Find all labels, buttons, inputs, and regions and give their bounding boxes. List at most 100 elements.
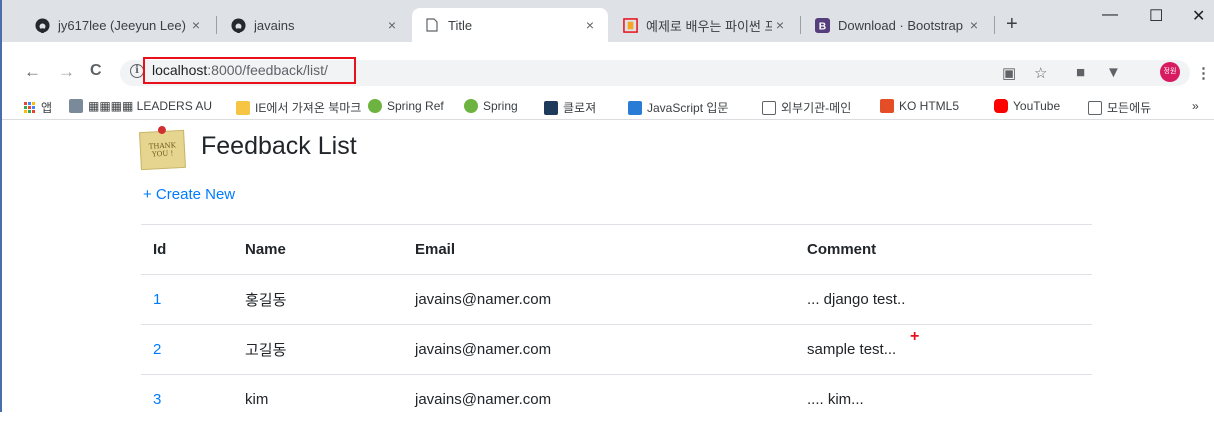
header-email: Email	[403, 224, 795, 275]
svg-text:B: B	[818, 21, 825, 32]
page-icon	[762, 100, 776, 115]
bookmark-label: 클로져	[563, 101, 597, 115]
bookmark-ko-html5[interactable]: KO HTML5	[880, 99, 959, 113]
header-name: Name	[233, 224, 403, 275]
tab-title: Title	[448, 17, 473, 33]
folder-icon	[236, 100, 250, 115]
bookmark-modeunedu[interactable]: 모든에듀	[1088, 99, 1151, 116]
id-link[interactable]: 2	[153, 341, 161, 358]
page-title: Feedback List	[201, 132, 357, 160]
pushpin-icon	[157, 125, 167, 135]
tab-title: javains	[254, 17, 295, 33]
bookmark-spring[interactable]: Spring	[464, 99, 518, 113]
bookmark-external-main[interactable]: 외부기관-메인	[762, 99, 851, 116]
minimize-button[interactable]: —	[1102, 6, 1118, 24]
close-tab-icon[interactable]: ×	[188, 17, 204, 33]
tab-title-active[interactable]: Title ×	[412, 8, 608, 42]
feedback-table: Id Name Email Comment 1 홍길동 javains@name…	[141, 224, 1092, 425]
tab-separator	[800, 16, 801, 34]
tab-bootstrap-download[interactable]: B Download · Bootstrap ×	[802, 8, 992, 42]
new-tab-button[interactable]: +	[1006, 14, 1018, 34]
bookmark-ie-folder[interactable]: IE에서 가져온 북마크	[236, 99, 361, 116]
close-tab-icon[interactable]: ×	[772, 17, 788, 33]
reload-button[interactable]: C	[90, 62, 102, 80]
tab-strip: jy617lee (Jeeyun Lee) × javains × Title …	[2, 0, 1214, 42]
header-id: Id	[141, 224, 233, 275]
youtube-icon	[994, 99, 1008, 113]
tab-separator	[216, 16, 217, 34]
tab-javains[interactable]: javains ×	[218, 8, 410, 42]
bookmark-clojure[interactable]: 클로져	[544, 99, 596, 116]
bookmark-label: Spring Ref	[387, 99, 444, 113]
bookmarks-overflow-button[interactable]: »	[1192, 99, 1199, 113]
bookmark-javascript[interactable]: JavaScript 입문	[628, 99, 728, 116]
close-tab-icon[interactable]: ×	[966, 17, 982, 33]
tab-title: jy617lee (Jeeyun Lee)	[58, 17, 186, 33]
cell-email: javains@namer.com	[403, 374, 795, 425]
close-tab-icon[interactable]: ×	[384, 17, 400, 33]
js-icon	[628, 100, 642, 115]
browser-window: jy617lee (Jeeyun Lee) × javains × Title …	[0, 0, 1214, 425]
spring-icon	[368, 99, 382, 113]
bookmark-label: YouTube	[1013, 99, 1061, 113]
table-row: 3 kim javains@namer.com .... kim...	[141, 374, 1092, 425]
star-bookmark-icon[interactable]: ☆	[1034, 64, 1047, 82]
apps-grid-icon	[24, 102, 35, 113]
cell-comment: sample test...	[795, 324, 1092, 375]
github-icon	[34, 17, 50, 33]
tab-python-examples[interactable]: 예제로 배우는 파이썬 프 ×	[610, 8, 798, 42]
vue-extension-icon[interactable]: ▼	[1106, 64, 1121, 81]
bookmark-label: JavaScript 입문	[647, 101, 729, 115]
bookmark-spring-ref[interactable]: Spring Ref	[368, 99, 444, 113]
github-icon	[230, 17, 246, 33]
extension-icon[interactable]: ■	[1076, 64, 1085, 81]
cell-comment: .... kim...	[795, 374, 1092, 425]
bookmark-label: ▦▦▦▦ LEADERS AU	[88, 99, 213, 113]
bookmark-label: KO HTML5	[899, 99, 960, 113]
cell-id: 3	[141, 374, 233, 425]
header-comment: Comment	[795, 224, 1092, 275]
table-row: 2 고길동 javains@namer.com sample test...	[141, 324, 1092, 375]
id-link[interactable]: 3	[153, 391, 161, 408]
tab-title: 예제로 배우는 파이썬 프	[646, 18, 772, 34]
cell-id: 1	[141, 274, 233, 325]
bookmark-label: 외부기관-메인	[781, 101, 852, 115]
maximize-button[interactable]: ☐	[1149, 6, 1163, 26]
close-window-button[interactable]: ✕	[1192, 6, 1205, 26]
bookmark-youtube[interactable]: YouTube	[994, 99, 1060, 113]
cell-email: javains@namer.com	[403, 274, 795, 325]
bookmark-label: 모든에듀	[1107, 101, 1152, 115]
close-tab-icon[interactable]: ×	[582, 17, 598, 33]
menu-kebab-icon[interactable]: ⋮	[1196, 64, 1211, 82]
cell-comment: ... django test..	[795, 274, 1092, 325]
bookmarks-bar: 앱 ▦▦▦▦ LEADERS AU IE에서 가져온 북마크 Spring Re…	[2, 94, 1214, 120]
bookmark-label: 앱	[41, 101, 53, 115]
cell-id: 2	[141, 324, 233, 375]
back-button[interactable]: ←	[24, 62, 41, 82]
thank-you-note-image: THANK YOU !	[139, 125, 186, 171]
translate-icon[interactable]: ▣	[1002, 64, 1016, 82]
image-text: THANK YOU !	[148, 141, 177, 159]
bookmark-apps[interactable]: 앱	[24, 99, 52, 116]
cell-name: 홍길동	[233, 274, 403, 325]
info-icon[interactable]: i	[130, 64, 144, 78]
page-icon	[1088, 100, 1102, 115]
python-site-icon	[622, 17, 638, 33]
forward-button[interactable]: →	[58, 62, 75, 82]
html5-icon	[880, 99, 894, 113]
cell-name: kim	[233, 374, 403, 425]
tab-github-profile[interactable]: jy617lee (Jeeyun Lee) ×	[22, 8, 214, 42]
cell-name: 고길동	[233, 324, 403, 375]
profile-avatar[interactable]: 정원	[1160, 62, 1180, 82]
page-icon	[424, 17, 440, 33]
id-link[interactable]: 1	[153, 291, 161, 308]
leaders-icon	[69, 99, 83, 113]
url-highlight-box	[143, 57, 356, 84]
bootstrap-icon: B	[814, 17, 830, 33]
table-row: 1 홍길동 javains@namer.com ... django test.…	[141, 274, 1092, 325]
bookmark-leaders[interactable]: ▦▦▦▦ LEADERS AU	[69, 99, 212, 113]
clojure-icon	[544, 100, 558, 115]
create-new-link[interactable]: + Create New	[143, 186, 235, 203]
crosshair-cursor-icon: +	[910, 328, 920, 345]
table-header-row: Id Name Email Comment	[141, 224, 1092, 275]
